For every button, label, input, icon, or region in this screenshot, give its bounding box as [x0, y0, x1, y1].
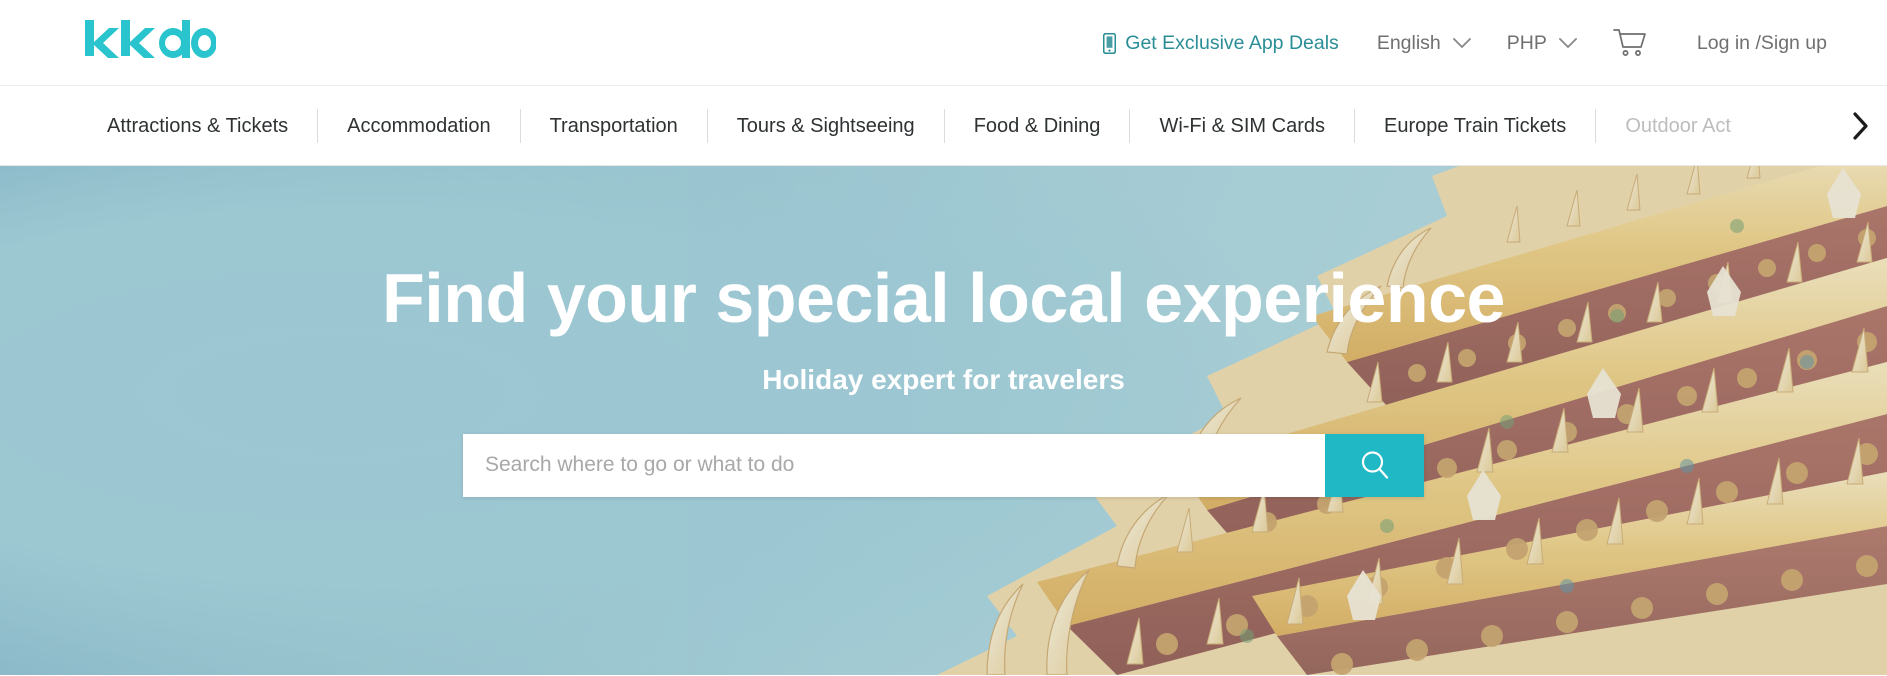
- category-list: Attractions & Tickets Accommodation Tran…: [78, 108, 1760, 143]
- nav-item-wifi-sim-cards[interactable]: Wi-Fi & SIM Cards: [1130, 108, 1355, 143]
- kkday-logo-icon: kkday: [85, 19, 216, 58]
- nav-item-accommodation[interactable]: Accommodation: [318, 108, 521, 143]
- chevron-down-icon: [1558, 37, 1577, 48]
- nav-item-transportation[interactable]: Transportation: [521, 108, 708, 143]
- mobile-phone-icon: [1103, 32, 1117, 54]
- category-nav: Attractions & Tickets Accommodation Tran…: [0, 86, 1887, 166]
- nav-scroll-next-button[interactable]: [1841, 106, 1881, 146]
- chevron-down-icon: [1452, 37, 1471, 48]
- kkday-logo[interactable]: kkday kkday: [85, 13, 216, 73]
- cart-button[interactable]: [1613, 28, 1647, 58]
- nav-item-tours-sightseeing[interactable]: Tours & Sightseeing: [708, 108, 945, 143]
- search-input[interactable]: [463, 433, 1325, 497]
- nav-item-attractions-tickets[interactable]: Attractions & Tickets: [78, 108, 319, 143]
- app-deals-label: Get Exclusive App Deals: [1125, 31, 1339, 54]
- nav-item-europe-train-tickets[interactable]: Europe Train Tickets: [1355, 108, 1597, 143]
- search-icon: [1361, 451, 1388, 479]
- top-header: kkday kkday Get Exclusive App Deals Engl…: [0, 0, 1887, 86]
- shopping-cart-icon: [1613, 29, 1646, 56]
- hero-subtitle: Holiday expert for travelers: [762, 363, 1125, 395]
- login-signup-link[interactable]: Log in /Sign up: [1697, 32, 1827, 55]
- header-actions: Get Exclusive App Deals English PHP Log …: [1103, 0, 1827, 86]
- hero-title: Find your special local experience: [382, 259, 1505, 337]
- hero-content: Find your special local experience Holid…: [0, 166, 1887, 675]
- hero-banner: Find your special local experience Holid…: [0, 166, 1887, 675]
- app-deals-link[interactable]: Get Exclusive App Deals: [1103, 32, 1339, 55]
- search-button[interactable]: [1325, 433, 1424, 497]
- hero-search-bar: [463, 433, 1424, 497]
- language-selector[interactable]: English: [1377, 32, 1471, 55]
- nav-item-food-dining[interactable]: Food & Dining: [945, 108, 1131, 143]
- language-value: English: [1376, 31, 1441, 54]
- nav-item-outdoor-activities[interactable]: Outdoor Act: [1596, 109, 1760, 143]
- currency-value: PHP: [1506, 31, 1547, 54]
- chevron-right-icon: [1853, 111, 1868, 140]
- currency-selector[interactable]: PHP: [1507, 32, 1577, 55]
